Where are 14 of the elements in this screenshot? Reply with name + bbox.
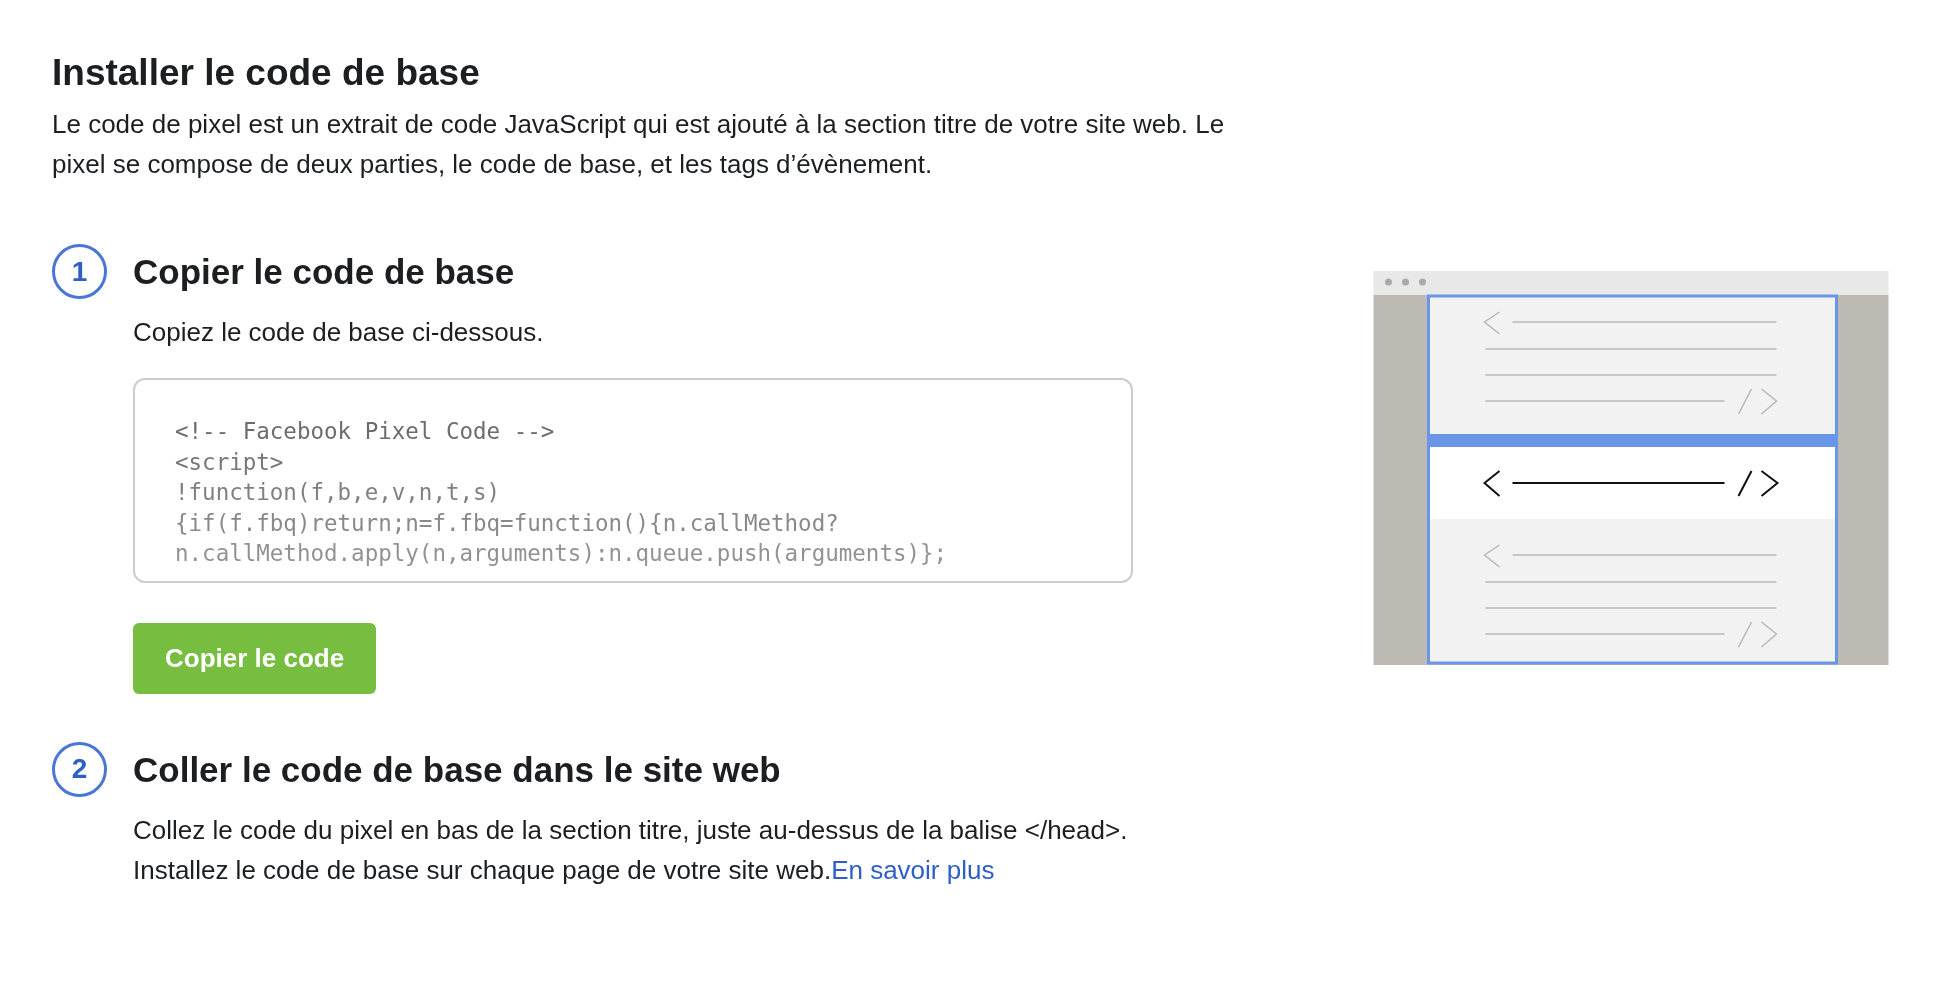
code-line: {if(f.fbq)return;n=f.fbq=function(){n.callMethod? bbox=[175, 508, 840, 538]
code-line: n.callMethod.apply(n,arguments):n.queue.push(arguments)}; bbox=[175, 539, 949, 568]
code-line: !function(f,b,e,v,n,t,s) bbox=[175, 478, 502, 507]
code-line: <!-- Facebook Pixel Code --> bbox=[175, 417, 556, 446]
step-title: Copier le code de base bbox=[133, 252, 516, 292]
learn-more-link[interactable]: En savoir plus bbox=[831, 854, 995, 885]
step-title: Coller le code de base dans le site web bbox=[133, 749, 782, 790]
section-title: Installer le code de base bbox=[52, 52, 481, 94]
step-description: Collez le code du pixel en bas de la section titre, juste au-dessus de la balise </head>. Installez le code de base sur chaque page de votre site web.En savoir plus bbox=[133, 813, 1129, 887]
code-line: <script> bbox=[175, 447, 285, 477]
step-number: 1 bbox=[52, 244, 107, 299]
intro-paragraph: Le code de pixel est un extrait de code JavaScript qui est ajouté à la section titre de votre site web. Le pixel se compose de deux parties, le code de base, et les tags d’évènement. bbox=[52, 108, 1226, 181]
step-number: 2 bbox=[52, 741, 107, 797]
step-description: Copiez le code de base ci-dessous. bbox=[133, 316, 545, 349]
